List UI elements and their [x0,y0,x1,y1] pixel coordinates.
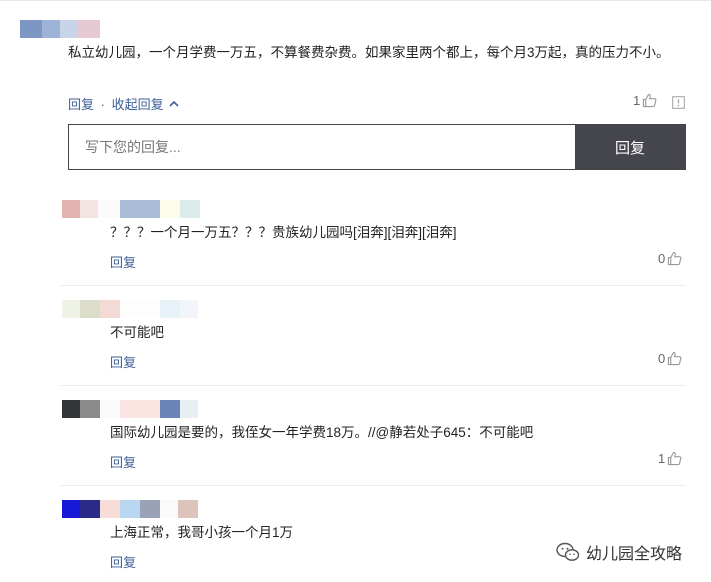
like-count: 0 [658,251,666,266]
reply-2-reply-link[interactable]: 回复 [110,352,136,371]
reply-3-text: 国际幼儿园是要的，我侄女一年学费18万。//@静若处子645：不可能吧 [110,425,534,440]
like-count: 1 [658,451,666,466]
chevron-up-icon[interactable] [169,100,179,108]
watermark-text: 幼儿园全攻略 [586,546,683,563]
report-icon[interactable] [672,96,685,109]
reply-4-reply-link[interactable]: 回复 [110,552,136,571]
reply-label[interactable]: 回复 [68,97,94,112]
like-count: 1 [633,93,641,108]
main-comment-text: 私立幼儿园，一个月学费一万五，不算餐费杂费。如果家里两个都上，每个月3万起，真的… [68,45,670,60]
main-comment-like-button[interactable]: 1 [633,93,657,108]
reply-1-reply-link[interactable]: 回复 [110,252,136,271]
top-divider [0,0,711,1]
thumbs-up-icon[interactable] [642,93,657,108]
main-comment-reply-link[interactable]: 回复 · 收起回复 [68,94,179,113]
reply-2-username-blurred [62,300,198,318]
reply-1-username-blurred [62,200,200,218]
divider [60,285,686,286]
reply-2-like-button[interactable]: 0 [658,351,682,366]
reply-4-text: 上海正常，我哥小孩一个月1万 [110,525,294,540]
reply-form: 回复 [68,124,686,170]
wechat-icon [556,542,580,561]
thumbs-up-icon[interactable] [667,251,682,266]
reply-3-username-blurred [62,400,198,418]
reply-1-like-button[interactable]: 0 [658,251,682,266]
thumbs-up-icon[interactable] [667,351,682,366]
reply-3-reply-link[interactable]: 回复 [110,452,136,471]
divider [60,385,686,386]
like-count: 0 [658,351,666,366]
separator: · [100,97,105,112]
reply-input[interactable] [69,125,575,169]
collapse-replies-link[interactable]: 收起回复 [112,97,164,112]
reply-4-username-blurred [62,500,198,518]
watermark: 幼儿园全攻略 [556,540,682,564]
reply-2-text: 不可能吧 [110,325,164,340]
reply-3-like-button[interactable]: 1 [658,451,682,466]
thumbs-up-icon[interactable] [667,451,682,466]
main-comment-avatar-username-blurred [20,20,100,38]
divider [60,485,686,486]
reply-submit-button[interactable]: 回复 [575,125,685,169]
reply-1-text: ？？？一个月一万五？？？贵族幼儿园吗[泪奔][泪奔][泪奔] [110,225,457,240]
